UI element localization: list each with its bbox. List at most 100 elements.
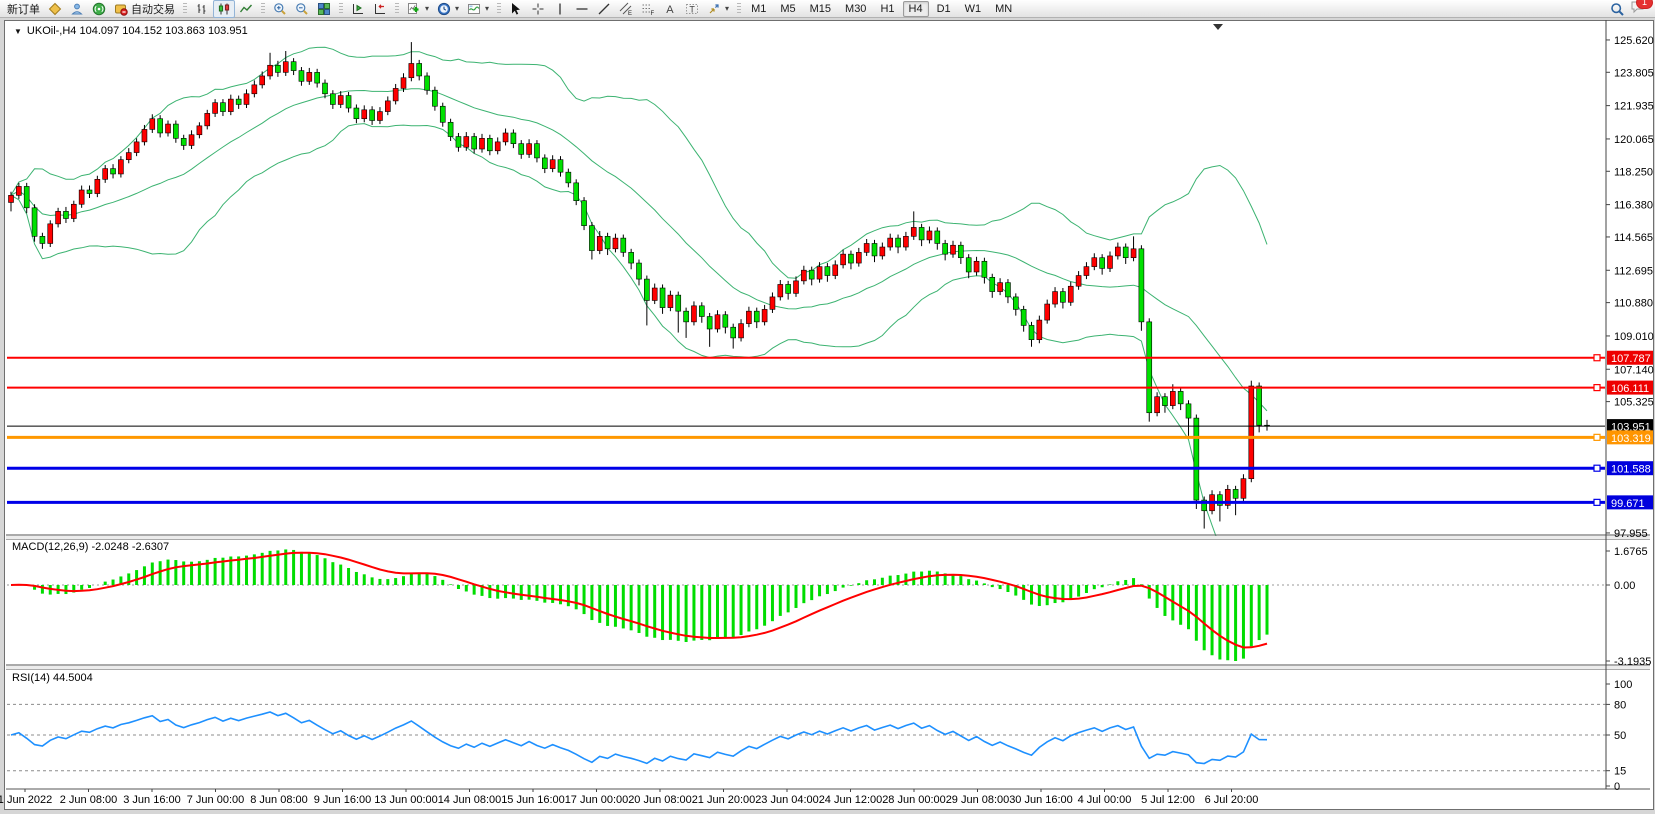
candle (330, 94, 335, 105)
candle (550, 160, 555, 169)
candle (1068, 286, 1073, 302)
dropdown-caret-icon[interactable]: ▾ (725, 4, 729, 13)
dropdown-caret-icon[interactable]: ▾ (485, 4, 489, 13)
candle (1115, 247, 1120, 256)
crosshair-tool-button[interactable] (527, 0, 549, 18)
collapse-arrow-icon[interactable]: ▼ (14, 27, 22, 36)
candle (71, 204, 76, 218)
zoom-out-button[interactable] (291, 0, 313, 18)
candle (370, 110, 375, 121)
axis-label: 105.325 (1614, 397, 1654, 409)
chart-title: ▼ UKOil-,H4 104.097 104.152 103.863 103.… (14, 25, 248, 37)
timeframe-mn[interactable]: MN (989, 1, 1018, 17)
autotrading-button[interactable]: 自动交易 (110, 0, 179, 18)
new-chart-button[interactable] (44, 0, 66, 18)
zoom-in-icon (273, 2, 287, 16)
horizontal-line-icon (575, 2, 589, 16)
bar-chart-mode-button[interactable] (191, 0, 213, 18)
candle (158, 119, 163, 133)
trendline-tool-button[interactable] (593, 0, 615, 18)
candle (731, 327, 736, 338)
candle (652, 288, 657, 300)
candlestick-mode-button[interactable] (213, 0, 235, 18)
cursor-tool-button[interactable] (505, 0, 527, 18)
axis-label: 28 Jun 00:00 (882, 794, 946, 806)
line-handle[interactable] (1594, 499, 1600, 505)
timeframe-w1[interactable]: W1 (959, 1, 988, 17)
candle (16, 186, 21, 195)
dropdown-caret-icon[interactable]: ▾ (425, 4, 429, 13)
profile-button[interactable] (66, 0, 88, 18)
axis-label: 103.319 (1611, 433, 1651, 445)
timeframe-m1[interactable]: M1 (745, 1, 772, 17)
candle (456, 137, 461, 148)
chart-title-text: UKOil-,H4 104.097 104.152 103.863 103.95… (27, 25, 248, 37)
chart-shift-marker[interactable] (1213, 24, 1223, 30)
search-icon[interactable] (1610, 2, 1624, 16)
candle (354, 108, 359, 119)
candle (409, 63, 414, 77)
pane-frames (6, 20, 1650, 789)
axis-label: 109.010 (1614, 331, 1654, 343)
candle (707, 317, 712, 329)
rsi-indicator-label: RSI(14) 44.5004 (12, 672, 93, 684)
timeframe-d1[interactable]: D1 (931, 1, 957, 17)
axis-label: 14 Jun 08:00 (438, 794, 502, 806)
macd-pane (7, 549, 1606, 661)
axis-label: 50 (1614, 730, 1626, 742)
zoom-in-button[interactable] (269, 0, 291, 18)
pane-splitter[interactable] (6, 536, 1650, 539)
line-handle[interactable] (1594, 465, 1600, 471)
chart-canvas[interactable]: 125.620123.805121.935120.065118.250116.3… (0, 0, 1655, 814)
signal-button[interactable] (88, 0, 110, 18)
autotrading-label: 自动交易 (131, 1, 175, 17)
chat-button[interactable]: 1 (1630, 0, 1646, 17)
candle (951, 245, 956, 254)
candle (362, 110, 367, 119)
candle (103, 169, 108, 180)
axis-label: 4 Jul 00:00 (1078, 794, 1132, 806)
timeframe-h4[interactable]: H4 (903, 1, 929, 17)
timeframe-h1[interactable]: H1 (874, 1, 900, 17)
arrows-tool-button[interactable]: ▾ (703, 0, 733, 18)
chart-shift-button[interactable] (369, 0, 391, 18)
text-label-tool-button[interactable]: T (681, 0, 703, 18)
candle (637, 263, 642, 279)
time-axis: 1 Jun 20222 Jun 08:003 Jun 16:007 Jun 00… (0, 789, 1258, 806)
axis-label: 80 (1614, 699, 1626, 711)
axis-label: 118.250 (1614, 166, 1653, 178)
candle (935, 231, 940, 243)
new-order-button[interactable]: 新订单 (3, 0, 44, 18)
auto-scroll-button[interactable] (347, 0, 369, 18)
line-chart-mode-button[interactable] (235, 0, 257, 18)
timeframe-m30[interactable]: M30 (839, 1, 872, 17)
candle (315, 72, 320, 83)
line-handle[interactable] (1594, 385, 1600, 391)
line-handle[interactable] (1594, 355, 1600, 361)
horizontal-line-tool-button[interactable] (571, 0, 593, 18)
candle (794, 281, 799, 293)
candle (676, 295, 681, 311)
axis-label: 0 (1614, 781, 1620, 793)
candle (668, 295, 673, 307)
vertical-line-tool-button[interactable] (549, 0, 571, 18)
timeframe-m15[interactable]: M15 (804, 1, 837, 17)
tile-windows-button[interactable] (313, 0, 335, 18)
candle (1194, 418, 1199, 500)
axis-label: 5 Jul 12:00 (1141, 794, 1195, 806)
axis-label: 7 Jun 00:00 (187, 794, 245, 806)
fibonacci-tool-button[interactable]: F (637, 0, 659, 18)
timeframe-m5[interactable]: M5 (774, 1, 801, 17)
trendline-icon (597, 2, 611, 16)
candle (495, 142, 500, 151)
line-handle[interactable] (1594, 434, 1600, 440)
svg-text:T: T (689, 4, 695, 14)
axis-label: 24 Jun 12:00 (819, 794, 883, 806)
periods-button[interactable]: ▾ (433, 0, 463, 18)
dropdown-caret-icon[interactable]: ▾ (455, 4, 459, 13)
text-tool-button[interactable]: A (659, 0, 681, 18)
templates-button[interactable]: ▾ (463, 0, 493, 18)
channel-tool-button[interactable]: E (615, 0, 637, 18)
pane-splitter[interactable] (6, 666, 1650, 669)
indicators-button[interactable]: ▾ (403, 0, 433, 18)
